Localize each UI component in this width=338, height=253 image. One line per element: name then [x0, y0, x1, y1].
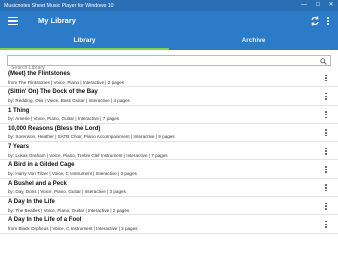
- hamburger-icon[interactable]: [8, 17, 18, 26]
- list-item[interactable]: (Meet) the Flintstones from The Flintsto…: [0, 69, 338, 88]
- item-subtitle: by: Redding, Otis | Voice, Bass Guitar |…: [8, 97, 130, 103]
- tab-library-label: Library: [73, 37, 96, 44]
- item-subtitle: by: Sorenson, Heather | SATB Choir, Pian…: [8, 134, 175, 140]
- window-titlebar: Musicnotes Sheet Music Player for Window…: [0, 0, 338, 11]
- item-more-icon[interactable]: [323, 183, 329, 193]
- library-list: (Meet) the Flintstones from The Flintsto…: [0, 69, 338, 234]
- list-item[interactable]: A Bird in a Gilded Cage by: Harry Von Ti…: [0, 160, 338, 179]
- item-more-icon[interactable]: [323, 201, 329, 211]
- item-title: A Day In the Life: [8, 199, 55, 206]
- item-more-icon[interactable]: [323, 128, 329, 138]
- item-title: 7 Years: [8, 144, 29, 151]
- search-box: [7, 55, 331, 73]
- close-window-button[interactable]: ✕: [325, 1, 337, 10]
- item-subtitle: from The Flintstones | Voice, Piano | In…: [8, 79, 125, 85]
- list-item[interactable]: A Day In the Life of a Fool from Black O…: [0, 215, 338, 234]
- tab-bar: Library Archive: [0, 33, 338, 50]
- item-title: 10,000 Reasons (Bless the Lord): [8, 125, 101, 132]
- item-subtitle: by: Day, Doris | Voice, Piano, Guitar | …: [8, 189, 126, 195]
- list-item[interactable]: 7 Years by: Lukas Graham | Voice, Piano,…: [0, 142, 338, 161]
- list-item[interactable]: A Bushel and a Peck by: Day, Doris | Voi…: [0, 179, 338, 198]
- search-icon[interactable]: [320, 57, 327, 65]
- list-item[interactable]: (Sittin' On) The Dock of the Bay by: Red…: [0, 87, 338, 106]
- item-subtitle: by: Lukas Graham | Voice, Piano, Treble …: [8, 152, 168, 158]
- item-title: 1 Thing: [8, 107, 30, 114]
- item-more-icon[interactable]: [323, 146, 329, 156]
- more-options-icon[interactable]: [324, 15, 332, 27]
- item-title: (Meet) the Flintstones: [8, 71, 71, 77]
- item-title: (Sittin' On) The Dock of the Bay: [8, 89, 98, 96]
- tab-selected-indicator: [0, 48, 169, 50]
- item-subtitle: by: Harry Von Tilzer | Voice, C Instrume…: [8, 170, 137, 176]
- list-item[interactable]: 1 Thing by: Amerie | Voice, Piano, Guita…: [0, 106, 338, 124]
- item-more-icon[interactable]: [323, 110, 329, 120]
- item-subtitle: from Black Orpheus | Voice, C Instrument…: [8, 225, 138, 231]
- item-title: A Bushel and a Peck: [8, 180, 67, 187]
- item-more-icon[interactable]: [323, 164, 329, 174]
- window-title: Musicnotes Sheet Music Player for Window…: [4, 2, 114, 9]
- sync-icon[interactable]: [310, 15, 320, 27]
- item-title: A Bird in a Gilded Cage: [8, 162, 75, 169]
- tab-archive-label: Archive: [241, 37, 266, 44]
- tab-archive[interactable]: Archive: [169, 33, 338, 50]
- item-more-icon[interactable]: [323, 91, 329, 101]
- item-more-icon[interactable]: [323, 219, 329, 229]
- maximize-button[interactable]: ☐: [312, 1, 324, 10]
- item-more-icon[interactable]: [323, 73, 329, 83]
- item-subtitle: by: The Beatles | Voice, Piano, Guitar |…: [8, 207, 130, 213]
- app-header: My Library: [0, 11, 338, 33]
- item-title: A Day In the Life of a Fool: [8, 217, 82, 224]
- page-title: My Library: [38, 16, 76, 25]
- tab-library[interactable]: Library: [0, 33, 169, 50]
- item-subtitle: by: Amerie | Voice, Piano, Guitar | Inte…: [8, 116, 120, 122]
- list-item[interactable]: A Day In the Life by: The Beatles | Voic…: [0, 197, 338, 216]
- list-item[interactable]: 10,000 Reasons (Bless the Lord) by: Sore…: [0, 124, 338, 143]
- minimize-button[interactable]: —: [298, 1, 310, 10]
